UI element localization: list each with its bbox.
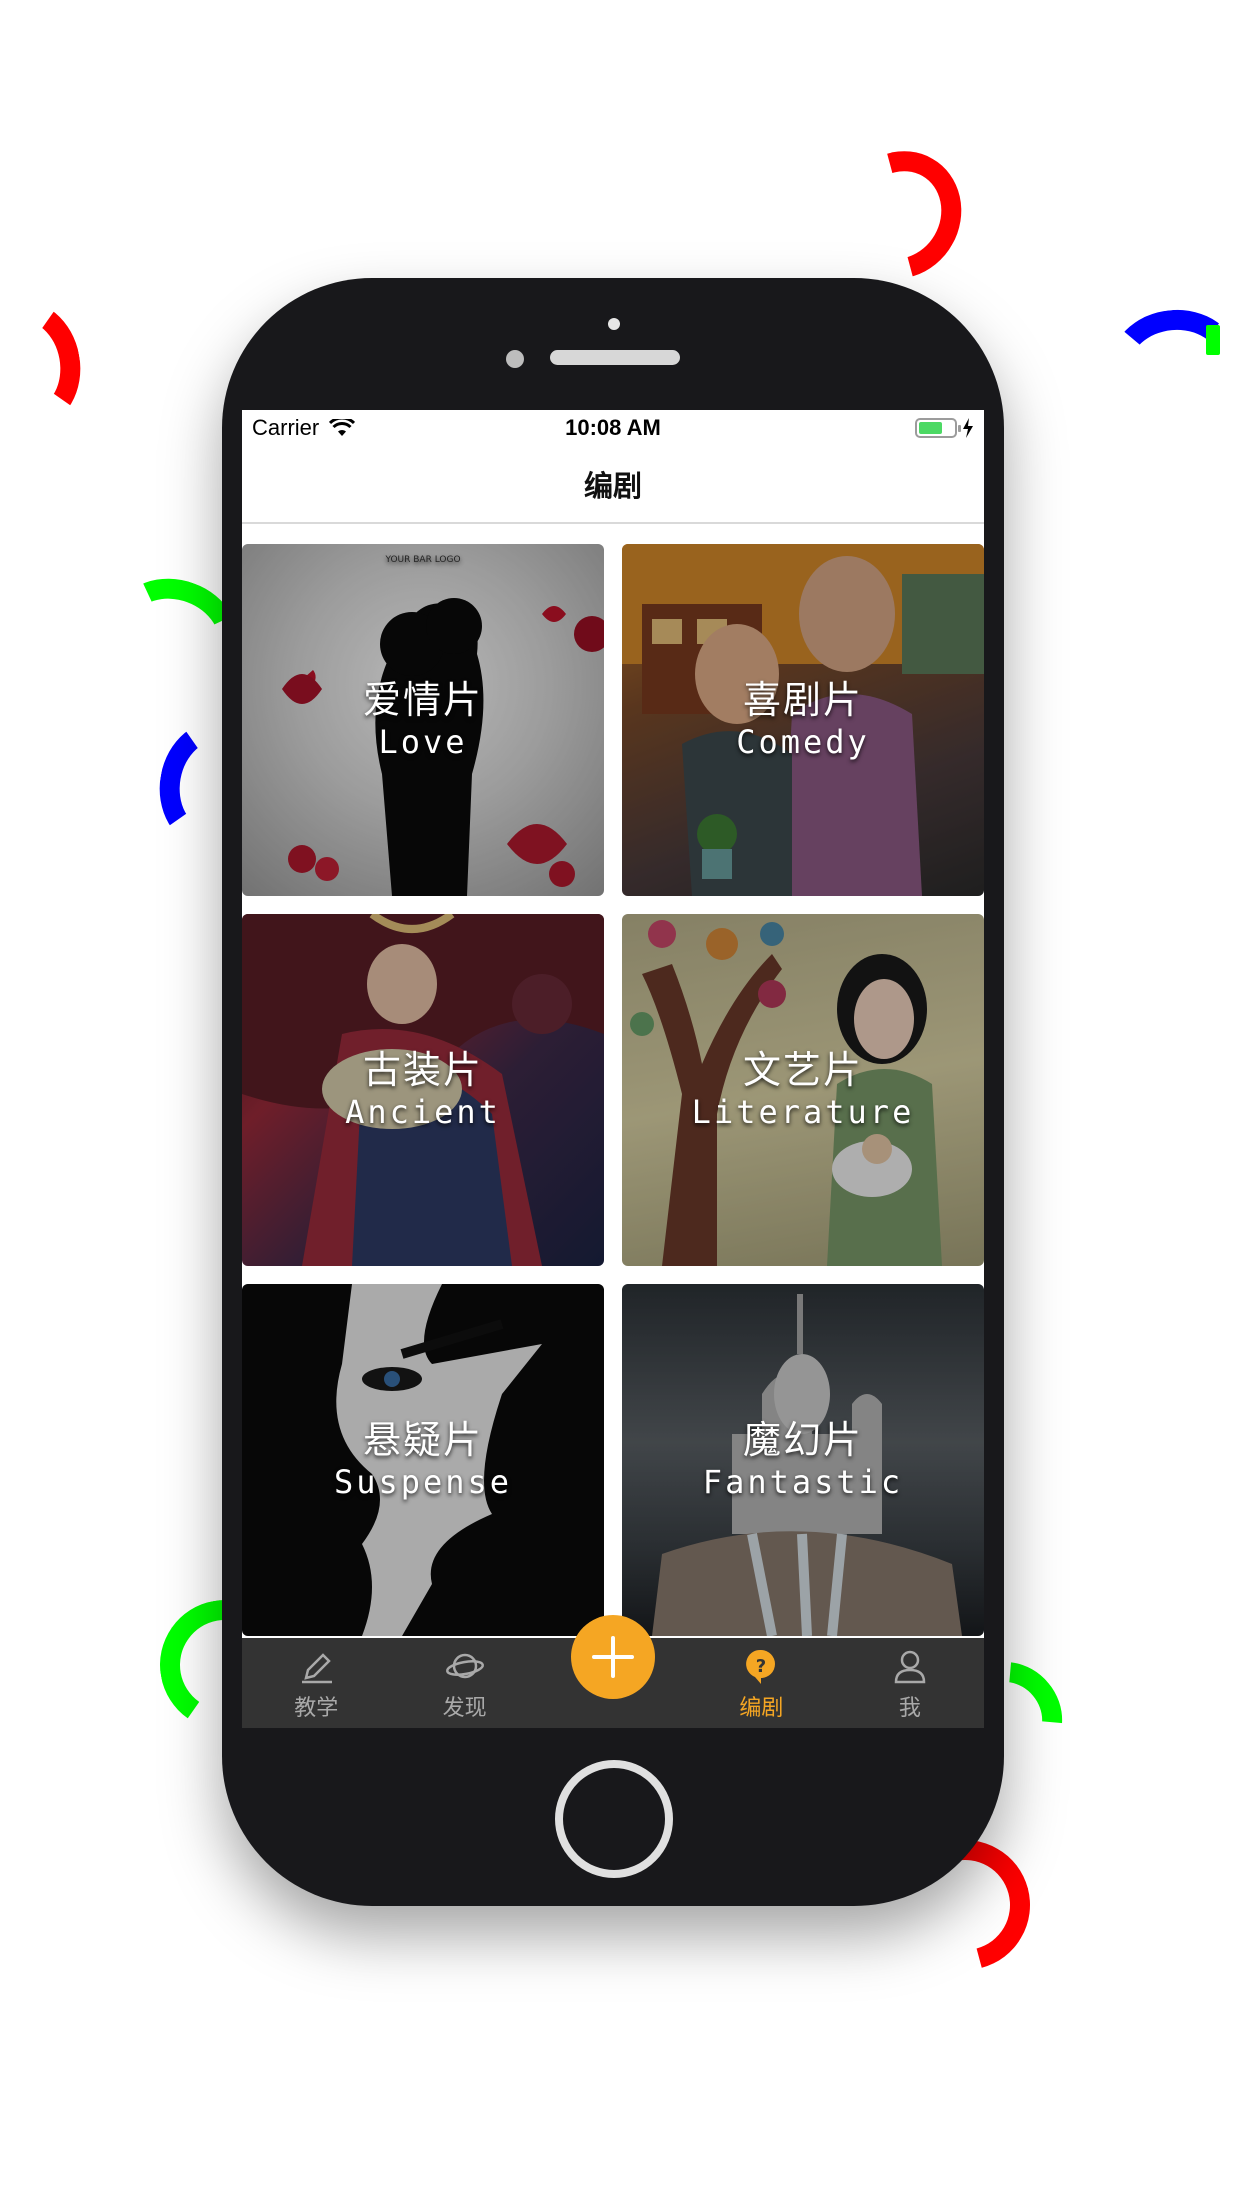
- status-right: [915, 418, 974, 438]
- category-card-suspense[interactable]: 悬疑片 Suspense: [242, 1284, 604, 1636]
- category-card-fantastic[interactable]: 魔幻片 Fantastic: [622, 1284, 984, 1636]
- decor-arc-red: [815, 128, 985, 302]
- tab-label: 我: [898, 1696, 921, 1721]
- decor-arc-blue: [1105, 304, 1242, 426]
- card-title-en: Fantastic: [702, 1463, 904, 1501]
- person-icon: [894, 1650, 926, 1684]
- card-title-cn: 悬疑片: [362, 1418, 483, 1462]
- status-left: Carrier: [252, 415, 356, 441]
- carrier-label: Carrier: [252, 415, 320, 440]
- card-label: 文艺片 Literature: [692, 1048, 915, 1132]
- category-card-literature[interactable]: 文艺片 Literature: [622, 914, 984, 1266]
- tab-label: 教学: [294, 1696, 339, 1721]
- card-label: 魔幻片 Fantastic: [703, 1418, 903, 1502]
- svg-text:?: ?: [756, 1656, 766, 1677]
- status-bar: Carrier 10:08 AM: [242, 410, 984, 446]
- card-title-cn: 爱情片: [362, 678, 483, 722]
- planet-icon: [445, 1653, 484, 1679]
- card-title-en: Suspense: [333, 1463, 513, 1501]
- pencil-icon: [302, 1653, 333, 1684]
- decor-dash-green: [1206, 325, 1220, 355]
- proximity-sensor: [506, 350, 524, 368]
- card-title-en: Comedy: [736, 723, 870, 761]
- home-button[interactable]: [555, 1760, 673, 1878]
- earpiece-speaker: [550, 350, 680, 365]
- tab-label: 编剧: [739, 1696, 784, 1721]
- page-title: 编剧: [583, 469, 642, 503]
- front-camera: [608, 318, 620, 330]
- decor-arc-red: [0, 291, 91, 439]
- charging-bolt-icon: [963, 418, 973, 438]
- card-label: 喜剧片 Comedy: [736, 678, 870, 762]
- card-title-en: Ancient: [345, 1093, 501, 1131]
- card-label: 悬疑片 Suspense: [334, 1418, 512, 1502]
- tab-teaching[interactable]: 教学: [242, 1638, 390, 1728]
- tab-screenwriting[interactable]: ? 编剧: [687, 1638, 835, 1728]
- phone-screen: Carrier 10:08 AM 编剧 YOUR BAR LOGO 爱情片 Lo…: [242, 410, 984, 1728]
- card-title-en: Love: [378, 723, 468, 761]
- card-title-cn: 魔幻片: [742, 1418, 863, 1462]
- category-card-love[interactable]: YOUR BAR LOGO 爱情片 Love: [242, 544, 604, 896]
- battery-icon: [915, 418, 961, 438]
- card-title-cn: 文艺片: [742, 1048, 863, 1092]
- question-icon: ?: [746, 1649, 776, 1684]
- tab-me[interactable]: 我: [836, 1638, 984, 1728]
- category-card-ancient[interactable]: 古装片 Ancient: [242, 914, 604, 1266]
- wifi-icon: [329, 419, 356, 436]
- card-title-cn: 古装片: [362, 1048, 483, 1092]
- plus-icon: [592, 1636, 634, 1678]
- card-label: 古装片 Ancient: [345, 1048, 501, 1132]
- category-card-comedy[interactable]: 喜剧片 Comedy: [622, 544, 984, 896]
- tab-discover[interactable]: 发现: [390, 1638, 538, 1728]
- card-title-en: Literature: [691, 1093, 915, 1131]
- card-label: 爱情片 Love: [363, 678, 483, 762]
- tab-label: 发现: [442, 1696, 487, 1721]
- battery-level: [919, 422, 943, 434]
- add-button[interactable]: [571, 1615, 655, 1699]
- category-grid: YOUR BAR LOGO 爱情片 Love 喜剧片 Comedy 古装片 An…: [242, 544, 984, 1644]
- card-title-cn: 喜剧片: [742, 678, 863, 722]
- navigation-bar: 编剧: [242, 446, 984, 524]
